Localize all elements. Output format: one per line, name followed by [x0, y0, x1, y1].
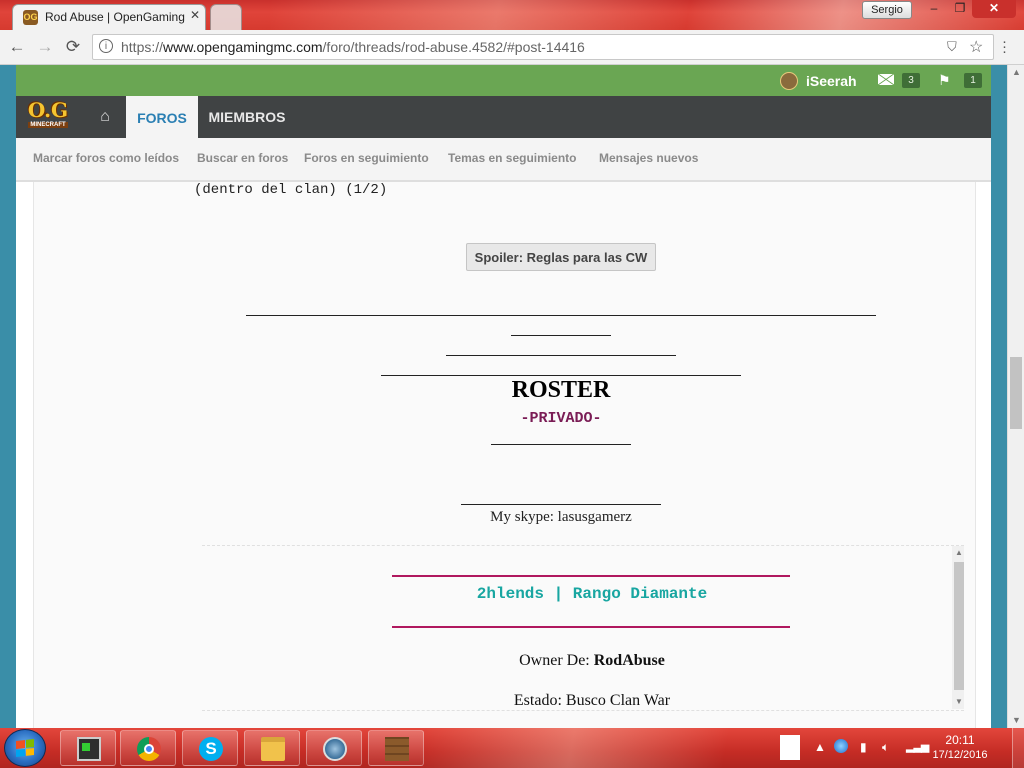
- folder-icon: [261, 737, 285, 761]
- start-button[interactable]: [4, 729, 46, 767]
- browser-menu-icon[interactable]: · · ·: [1002, 34, 1007, 59]
- post-body: (dentro del clan) (1/2) Spoiler: Reglas …: [33, 182, 976, 728]
- new-tab-button[interactable]: [210, 4, 242, 31]
- taskbar-explorer[interactable]: [244, 730, 300, 766]
- profile-badge[interactable]: Sergio: [862, 1, 912, 19]
- forward-button[interactable]: →: [34, 36, 56, 58]
- tab-forums[interactable]: FOROS: [126, 96, 198, 138]
- taskbar-skype[interactable]: S: [182, 730, 238, 766]
- taskbar-teamspeak[interactable]: [306, 730, 362, 766]
- page-viewport: iSeerah 3 ⚑ 1 O.G MINECRAFT ⌂ FOROS MIEM…: [0, 65, 1007, 728]
- maximize-button[interactable]: ❐: [946, 0, 974, 18]
- signature-box: 2hlends | Rango Diamante Owner De: RodAb…: [202, 545, 964, 709]
- tab-close-icon[interactable]: ✕: [190, 8, 200, 22]
- minimize-button[interactable]: –: [920, 0, 948, 18]
- shield-icon[interactable]: ⛉: [947, 39, 957, 55]
- roster-subheading: -PRIVADO-: [520, 410, 602, 427]
- teamspeak-icon: [323, 737, 347, 761]
- tray-power-icon[interactable]: ▮: [860, 740, 867, 754]
- scroll-up-icon[interactable]: ▲: [1012, 67, 1021, 77]
- browser-titlebar: OG Rod Abuse | OpenGaming ✕ Sergio – ❐ ✕: [0, 0, 1024, 31]
- signature-title: 2hlends | Rango Diamante: [476, 585, 708, 603]
- taskbar-chrome[interactable]: [120, 730, 176, 766]
- show-desktop-button[interactable]: [1012, 728, 1024, 768]
- tray-network-globe-icon[interactable]: [834, 739, 848, 753]
- tray-input-indicator[interactable]: [780, 735, 800, 760]
- inbox-count-badge[interactable]: 3: [902, 73, 920, 88]
- site-logo[interactable]: O.G MINECRAFT: [24, 96, 72, 138]
- divider-line: [511, 335, 611, 336]
- crafting-table-icon: [385, 737, 409, 761]
- logo-subtext: MINECRAFT: [28, 122, 68, 128]
- browser-toolbar: ← → ⟳ i https://www.opengamingmc.com/for…: [0, 30, 1024, 65]
- signature-scrollbar[interactable]: ▲ ▼: [952, 546, 964, 709]
- skype-icon: S: [199, 737, 223, 761]
- tab-members[interactable]: MIEMBROS: [202, 96, 292, 138]
- thread-content: (dentro del clan) (1/2) Spoiler: Reglas …: [16, 182, 991, 728]
- divider-line: [381, 375, 741, 376]
- site-favicon-icon: OG: [23, 10, 38, 25]
- subnav-search-forums[interactable]: Buscar en foros: [197, 151, 288, 165]
- taskbar-minecraft[interactable]: [368, 730, 424, 766]
- clock-time[interactable]: 20:11: [930, 733, 990, 747]
- home-icon[interactable]: ⌂: [88, 96, 122, 138]
- avatar[interactable]: [780, 72, 798, 90]
- close-window-button[interactable]: ✕: [972, 0, 1016, 18]
- alerts-count-badge[interactable]: 1: [964, 73, 982, 88]
- scroll-up-icon[interactable]: ▲: [955, 548, 963, 557]
- signature-owner: Owner De: RodAbuse: [519, 652, 665, 669]
- page-scroll-thumb[interactable]: [1010, 357, 1022, 429]
- reload-button[interactable]: ⟳: [62, 36, 84, 58]
- terminal-icon: [77, 737, 101, 761]
- signature-state: Estado: Busco Clan War: [513, 692, 671, 709]
- divider-line: [246, 315, 876, 316]
- tray-expand-icon[interactable]: ▲: [814, 740, 826, 754]
- post-footer: [202, 710, 964, 728]
- bookmark-star-icon[interactable]: ☆: [969, 37, 983, 57]
- forum-subnav: Marcar foros como leídos Buscar en foros…: [16, 138, 991, 182]
- alerts-flag-icon[interactable]: ⚑: [938, 72, 951, 89]
- back-button[interactable]: ←: [6, 36, 28, 58]
- spoiler-button[interactable]: Spoiler: Reglas para las CW: [466, 243, 656, 271]
- scroll-down-icon[interactable]: ▼: [1012, 715, 1021, 725]
- site-navbar: O.G MINECRAFT ⌂ FOROS MIEMBROS: [16, 96, 991, 138]
- tray-signal-icon[interactable]: ▂▃▅: [906, 740, 929, 753]
- divider-line: [491, 444, 631, 445]
- subnav-watched-forums[interactable]: Foros en seguimiento: [304, 151, 429, 165]
- divider-line: [446, 355, 676, 356]
- clock-date[interactable]: 17/12/2016: [930, 749, 990, 761]
- browser-tab-active[interactable]: OG Rod Abuse | OpenGaming ✕: [12, 4, 206, 31]
- signature-rule: [392, 626, 790, 628]
- subnav-watched-threads[interactable]: Temas en seguimiento: [448, 151, 576, 165]
- page-scrollbar[interactable]: ▲ ▼: [1007, 65, 1024, 728]
- tab-title: Rod Abuse | OpenGaming: [45, 10, 185, 24]
- clan-note: (dentro del clan) (1/2): [194, 182, 388, 198]
- windows-taskbar: S ▲ ▮ 🔈︎ ▂▃▅ 20:11 17/12/2016: [0, 728, 1024, 768]
- inbox-icon[interactable]: [878, 74, 894, 85]
- tray-volume-icon[interactable]: 🔈︎: [882, 740, 889, 755]
- visitor-bar: iSeerah 3 ⚑ 1: [16, 65, 991, 96]
- taskbar-terminal-app[interactable]: [60, 730, 116, 766]
- windows-logo-icon: [16, 739, 34, 757]
- signature-rule: [392, 575, 790, 577]
- site-info-icon[interactable]: i: [99, 39, 113, 53]
- divider-line: [461, 504, 661, 505]
- visitor-name[interactable]: iSeerah: [806, 73, 857, 89]
- signature-scroll-thumb[interactable]: [954, 562, 964, 690]
- address-bar[interactable]: i https://www.opengamingmc.com/foro/thre…: [92, 34, 994, 60]
- roster-heading: ROSTER: [511, 377, 611, 403]
- subnav-new-posts[interactable]: Mensajes nuevos: [599, 151, 698, 165]
- scroll-down-icon[interactable]: ▼: [955, 697, 963, 706]
- skype-contact: My skype: lasusgamerz: [490, 509, 632, 525]
- url-text[interactable]: https://www.opengamingmc.com/foro/thread…: [121, 39, 585, 55]
- logo-text: O.G: [27, 98, 69, 122]
- subnav-mark-read[interactable]: Marcar foros como leídos: [33, 151, 179, 165]
- chrome-icon: [137, 737, 161, 761]
